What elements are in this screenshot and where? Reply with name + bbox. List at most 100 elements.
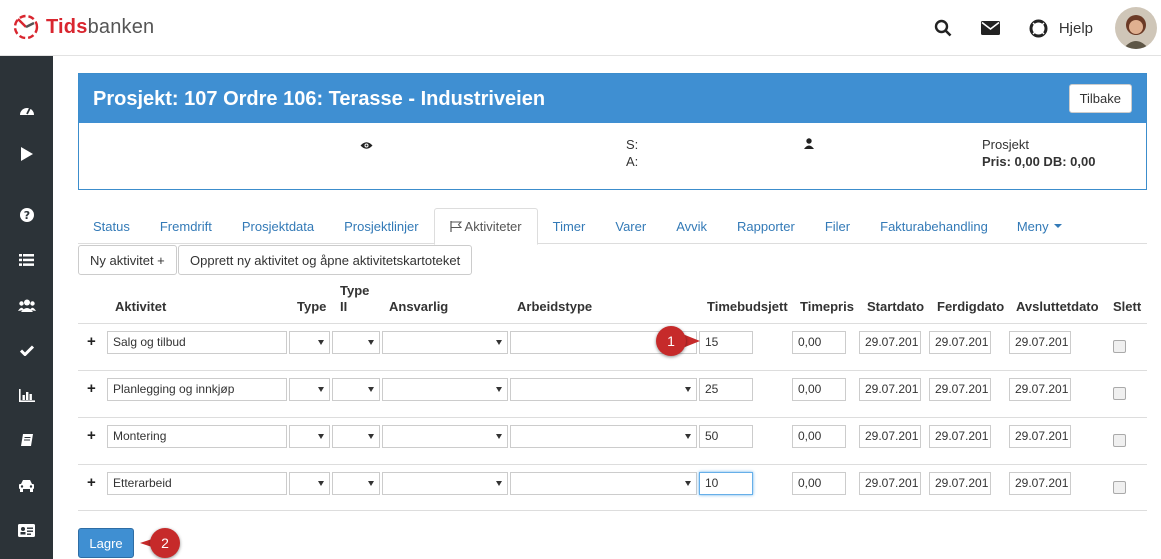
delete-checkbox[interactable] xyxy=(1113,481,1126,494)
new-activity-button[interactable]: Ny aktivitet + xyxy=(78,245,177,275)
closed-date-input[interactable]: 29.07.201 xyxy=(1009,331,1071,354)
type2-select[interactable] xyxy=(332,378,380,401)
project-header: Prosjekt: 107 Ordre 106: Terasse - Indus… xyxy=(79,74,1146,123)
id-card-icon[interactable] xyxy=(0,515,53,545)
envelope-icon[interactable] xyxy=(977,14,1005,42)
eye-icon[interactable] xyxy=(360,137,373,154)
tab-rapporter[interactable]: Rapporter xyxy=(722,208,810,244)
end-date-input[interactable]: 29.07.201 xyxy=(929,378,991,401)
users-icon[interactable] xyxy=(0,290,53,320)
divider xyxy=(78,417,1147,418)
hour-budget-input[interactable]: 25 xyxy=(699,378,753,401)
type-select[interactable] xyxy=(289,425,330,448)
tab-filer[interactable]: Filer xyxy=(810,208,865,244)
project-info: S: A: Prosjekt Pris: 0,00 DB: 0,00 xyxy=(79,123,1146,189)
responsible-select[interactable] xyxy=(382,378,508,401)
book-icon[interactable] xyxy=(0,425,53,455)
list-icon[interactable] xyxy=(0,245,53,275)
responsible-select[interactable] xyxy=(382,425,508,448)
question-icon[interactable]: ? xyxy=(0,200,53,230)
hour-price-input[interactable]: 0,00 xyxy=(792,331,846,354)
type2-select[interactable] xyxy=(332,331,380,354)
new-activity-open-button[interactable]: Opprett ny aktivitet og åpne aktivitetsk… xyxy=(178,245,473,275)
play-icon[interactable] xyxy=(0,139,53,169)
dashboard-icon[interactable] xyxy=(0,95,53,125)
type2-select[interactable] xyxy=(332,425,380,448)
tab-bar: Status Fremdrift Prosjektdata Prosjektli… xyxy=(78,208,1147,245)
tab-fakturabehandling[interactable]: Fakturabehandling xyxy=(865,208,1003,244)
chevron-down-icon xyxy=(496,340,502,345)
tab-fremdrift[interactable]: Fremdrift xyxy=(145,208,227,244)
responsible-select[interactable] xyxy=(382,472,508,495)
type-select[interactable] xyxy=(289,472,330,495)
project-type: Prosjekt xyxy=(982,137,1029,152)
tab-aktiviteter[interactable]: Aktiviteter xyxy=(433,208,538,245)
tab-varer[interactable]: Varer xyxy=(600,208,661,244)
worktype-select[interactable] xyxy=(510,378,697,401)
start-date-input[interactable]: 29.07.201 xyxy=(859,378,921,401)
tab-meny[interactable]: Meny xyxy=(1003,208,1077,244)
tab-aktiviteter-label: Aktiviteter xyxy=(464,219,522,234)
col-timepris: Timepris xyxy=(800,299,854,314)
start-date-input[interactable]: 29.07.201 xyxy=(859,331,921,354)
hour-budget-input[interactable]: 50 xyxy=(699,425,753,448)
type2-select[interactable] xyxy=(332,472,380,495)
start-date-input[interactable]: 29.07.201 xyxy=(859,425,921,448)
responsible-select[interactable] xyxy=(382,331,508,354)
logo[interactable]: Tidsbanken xyxy=(12,13,154,41)
chevron-down-icon xyxy=(496,481,502,486)
tab-prosjektlinjer[interactable]: Prosjektlinjer xyxy=(329,208,433,244)
hour-price-input[interactable]: 0,00 xyxy=(792,378,846,401)
delete-checkbox[interactable] xyxy=(1113,387,1126,400)
hour-price-input[interactable]: 0,00 xyxy=(792,425,846,448)
worktype-select[interactable] xyxy=(510,472,697,495)
type-select[interactable] xyxy=(289,378,330,401)
tab-status[interactable]: Status xyxy=(78,208,145,244)
closed-date-input[interactable]: 29.07.201 xyxy=(1009,425,1071,448)
project-price: Pris: 0,00 DB: 0,00 xyxy=(982,154,1096,169)
tab-avvik[interactable]: Avvik xyxy=(661,208,722,244)
search-icon[interactable] xyxy=(929,14,957,42)
type-select[interactable] xyxy=(289,331,330,354)
activity-name-input[interactable]: Etterarbeid xyxy=(107,472,287,495)
project-title: Prosjekt: 107 Ordre 106: Terasse - Indus… xyxy=(93,88,546,110)
activity-name-input[interactable]: Salg og tilbud xyxy=(107,331,287,354)
tab-timer[interactable]: Timer xyxy=(538,208,601,244)
back-button[interactable]: Tilbake xyxy=(1068,84,1132,113)
hour-budget-input[interactable]: 10 xyxy=(699,472,753,495)
worktype-select[interactable] xyxy=(510,425,697,448)
expand-icon[interactable]: + xyxy=(87,427,96,444)
save-button[interactable]: Lagre xyxy=(78,528,134,558)
hour-price-input[interactable]: 0,00 xyxy=(792,472,846,495)
delete-checkbox[interactable] xyxy=(1113,434,1126,447)
start-date-input[interactable]: 29.07.201 xyxy=(859,472,921,495)
expand-icon[interactable]: + xyxy=(87,474,96,491)
col-startdato: Startdato xyxy=(867,299,925,314)
hour-budget-input[interactable]: 15 xyxy=(699,331,753,354)
end-date-input[interactable]: 29.07.201 xyxy=(929,425,991,448)
activity-name-input[interactable]: Montering xyxy=(107,425,287,448)
col-avsluttetdato: Avsluttetdato xyxy=(1016,299,1099,314)
closed-date-input[interactable]: 29.07.201 xyxy=(1009,378,1071,401)
chart-icon[interactable] xyxy=(0,380,53,410)
check-icon[interactable] xyxy=(0,335,53,365)
callout-badge: 1 xyxy=(656,326,700,358)
lifebuoy-icon[interactable] xyxy=(1025,14,1053,42)
car-icon[interactable] xyxy=(0,470,53,500)
end-date-input[interactable]: 29.07.201 xyxy=(929,331,991,354)
expand-icon[interactable]: + xyxy=(87,333,96,350)
activity-name-input[interactable]: Planlegging og innkjøp xyxy=(107,378,287,401)
end-date-input[interactable]: 29.07.201 xyxy=(929,472,991,495)
divider xyxy=(78,370,1147,371)
closed-date-input[interactable]: 29.07.201 xyxy=(1009,472,1071,495)
help-link[interactable]: Hjelp xyxy=(1059,20,1093,37)
tab-prosjektdata[interactable]: Prosjektdata xyxy=(227,208,329,244)
chevron-down-icon xyxy=(368,387,374,392)
logo-icon xyxy=(12,13,40,41)
col-type2-line2: II xyxy=(340,299,348,314)
avatar[interactable] xyxy=(1115,7,1157,49)
expand-icon[interactable]: + xyxy=(87,380,96,397)
sidebar: ? xyxy=(0,56,53,559)
flag-icon xyxy=(449,221,462,232)
delete-checkbox[interactable] xyxy=(1113,340,1126,353)
